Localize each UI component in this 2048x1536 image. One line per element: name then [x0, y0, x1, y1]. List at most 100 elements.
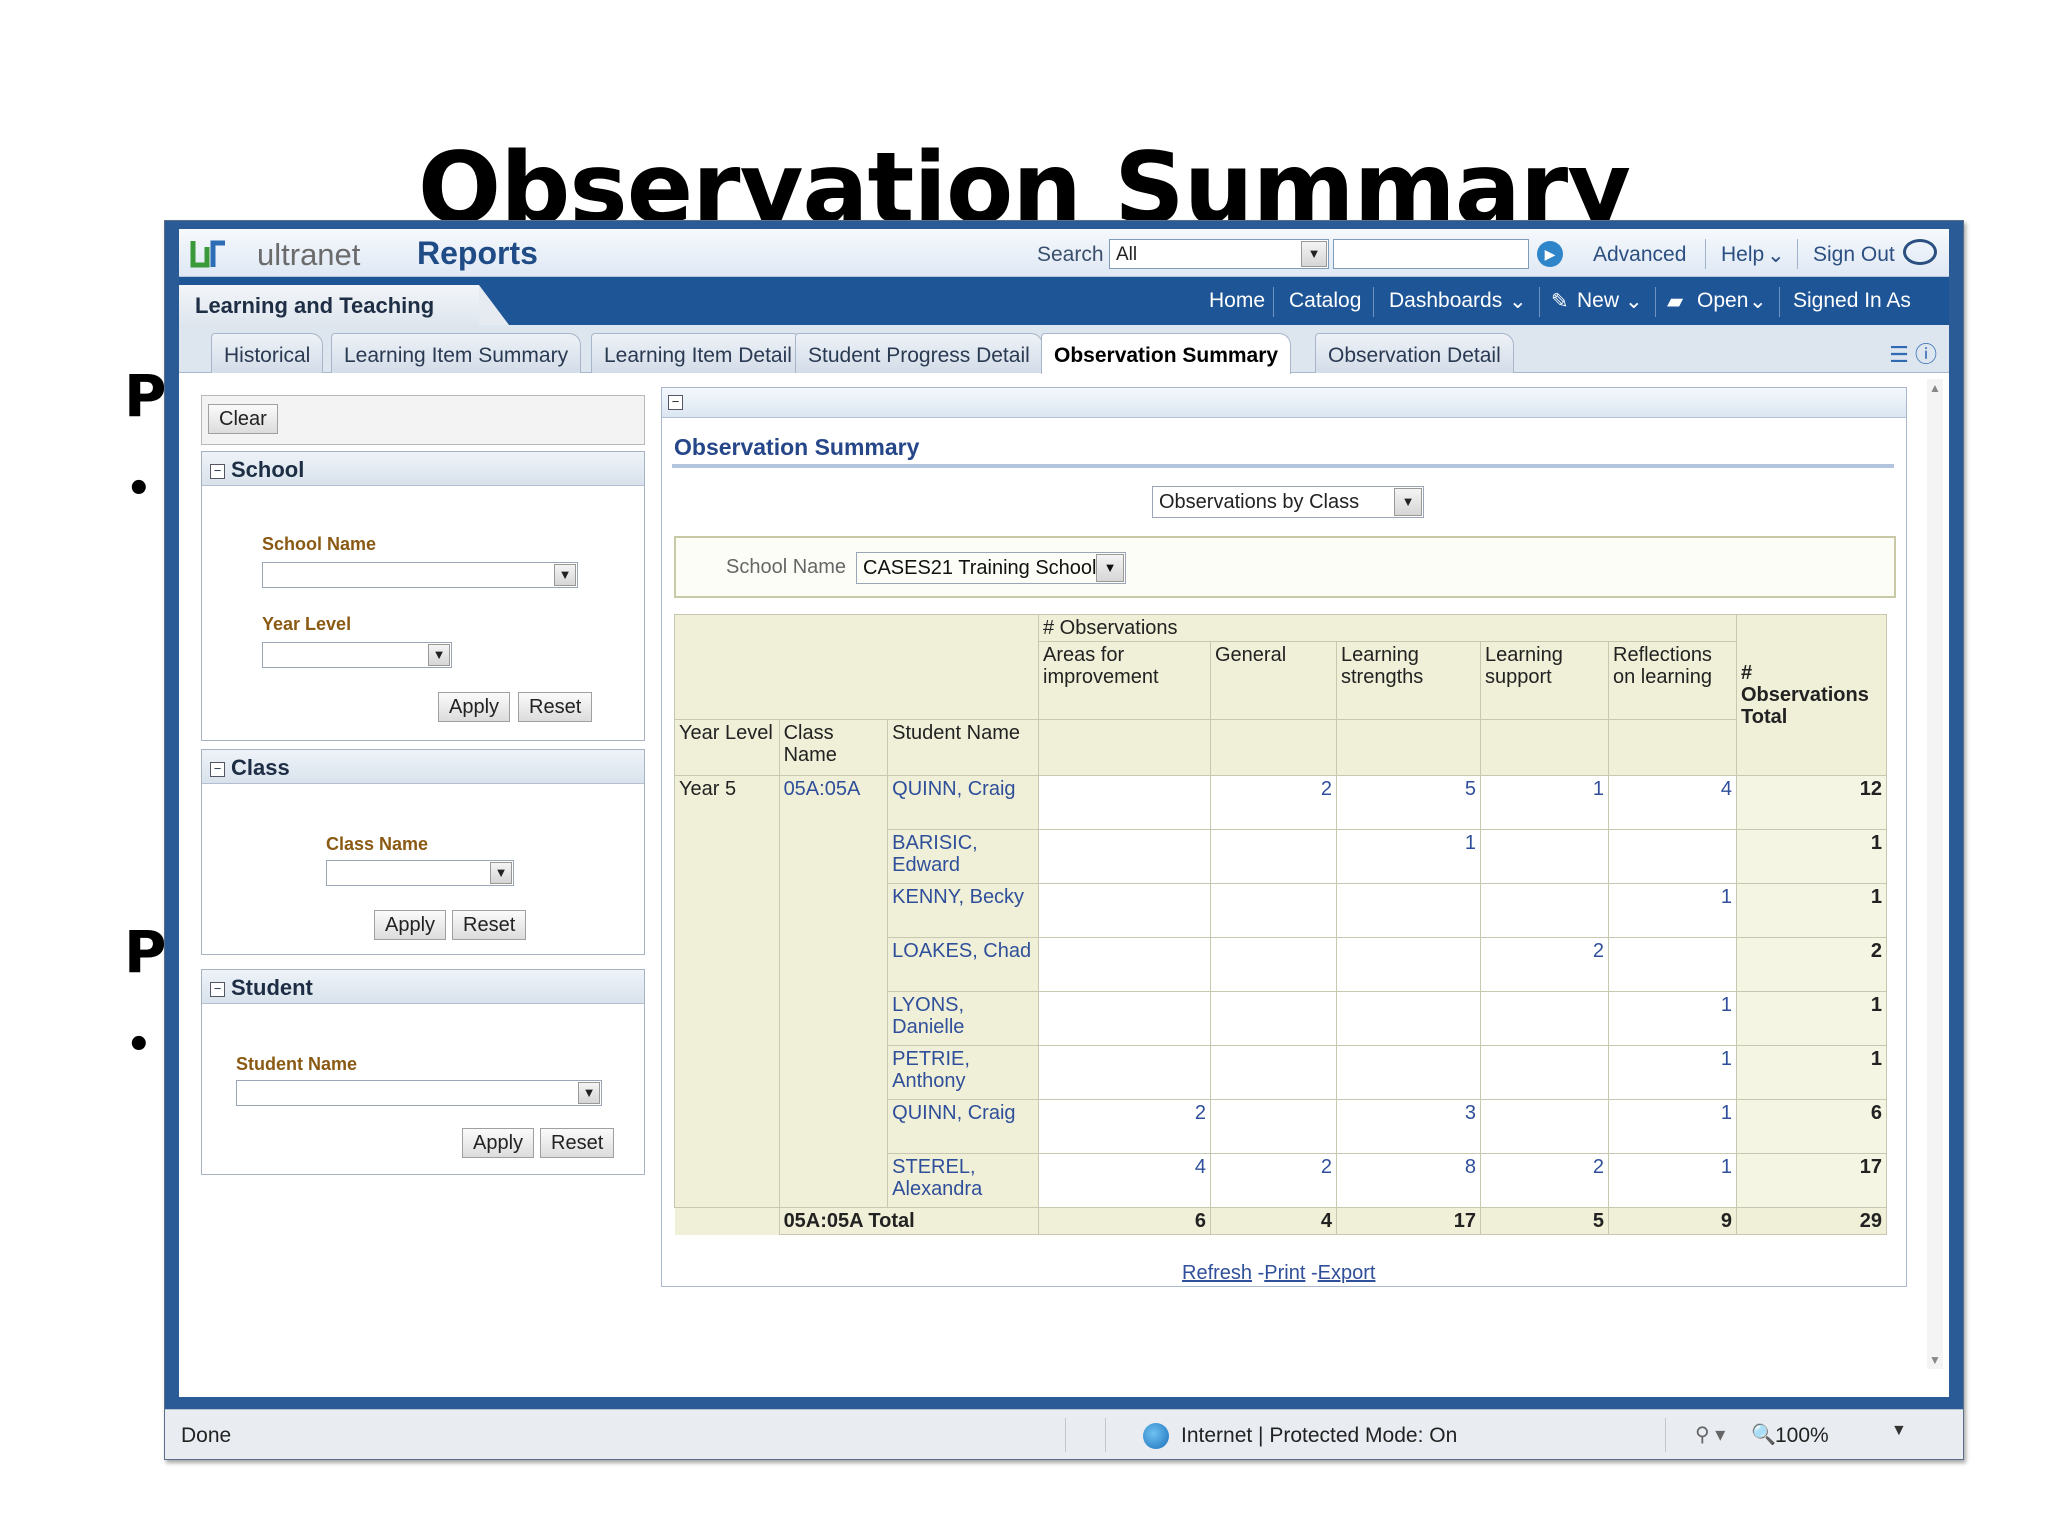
student-cell[interactable]: KENNY, Becky [887, 883, 1039, 938]
student-cell[interactable]: BARISIC, Edward [887, 829, 1039, 884]
tab-historical[interactable]: Historical [211, 333, 324, 373]
section-tab[interactable]: Learning and Teaching [179, 285, 509, 325]
class-apply-button[interactable]: Apply [374, 910, 447, 940]
scroll-up-icon[interactable]: ▲ [1929, 381, 1941, 395]
value-cell[interactable] [1336, 1045, 1481, 1100]
class-reset-button[interactable]: Reset [452, 910, 527, 940]
search-scope-select[interactable]: All ▼ [1109, 239, 1329, 269]
value-cell[interactable] [1210, 829, 1337, 884]
security-zone[interactable]: Internet | Protected Mode: On [1181, 1424, 1457, 1448]
value-cell[interactable]: 1 [1608, 1045, 1737, 1100]
value-cell[interactable]: 1 [1608, 883, 1737, 938]
value-cell[interactable] [1210, 991, 1337, 1046]
student-prompt-header[interactable]: − Student [202, 970, 644, 1004]
value-cell[interactable]: 4 [1608, 775, 1737, 830]
value-cell[interactable]: 3 [1336, 1099, 1481, 1154]
value-cell[interactable]: 2 [1038, 1099, 1211, 1154]
school-reset-button[interactable]: Reset [518, 692, 593, 722]
collapse-icon[interactable]: − [210, 464, 225, 479]
open-menu[interactable]: Open [1697, 289, 1748, 313]
value-cell[interactable]: 2 [1210, 1153, 1337, 1208]
school-apply-button[interactable]: Apply [438, 692, 511, 722]
chevron-down-icon[interactable]: ▼ [1891, 1422, 1907, 1440]
value-cell[interactable]: 2 [1480, 1153, 1609, 1208]
chevron-down-icon[interactable]: ▼ [490, 862, 512, 884]
page-options-icon[interactable]: ☰ ⓘ [1889, 337, 1937, 369]
value-cell[interactable] [1038, 829, 1211, 884]
catalog-link[interactable]: Catalog [1289, 289, 1361, 313]
student-cell[interactable]: STEREL, Alexandra [887, 1153, 1039, 1208]
value-cell[interactable]: 2 [1480, 937, 1609, 992]
year-level-select[interactable]: ▼ [262, 642, 452, 668]
value-cell[interactable] [1480, 829, 1609, 884]
student-cell[interactable]: PETRIE, Anthony [887, 1045, 1039, 1100]
value-cell[interactable] [1480, 1045, 1609, 1100]
student-apply-button[interactable]: Apply [462, 1128, 535, 1158]
sign-out-link[interactable]: Sign Out [1813, 243, 1895, 267]
tab-student-progress-detail[interactable]: Student Progress Detail [795, 333, 1043, 373]
tab-learning-item-summary[interactable]: Learning Item Summary [331, 333, 582, 373]
chevron-down-icon[interactable]: ▼ [428, 644, 450, 666]
value-cell[interactable]: 5 [1336, 775, 1481, 830]
new-menu[interactable]: New [1577, 289, 1619, 313]
chevron-down-icon[interactable]: ▼ [1096, 554, 1124, 582]
student-cell[interactable]: QUINN, Craig [887, 1099, 1039, 1154]
print-link[interactable]: Print [1264, 1262, 1305, 1284]
home-link[interactable]: Home [1209, 289, 1265, 313]
value-cell[interactable] [1336, 937, 1481, 992]
chevron-down-icon[interactable]: ▼ [1301, 241, 1327, 267]
tab-observation-detail[interactable]: Observation Detail [1315, 333, 1514, 373]
value-cell[interactable] [1038, 883, 1211, 938]
collapse-icon[interactable]: − [210, 982, 225, 997]
school-name-select[interactable]: CASES21 Training School ▼ [856, 552, 1126, 584]
class-name-select[interactable]: ▼ [326, 860, 514, 886]
student-cell[interactable]: LOAKES, Chad [887, 937, 1039, 992]
value-cell[interactable] [1210, 937, 1337, 992]
chevron-down-icon[interactable]: ▼ [578, 1082, 600, 1104]
value-cell[interactable] [1608, 937, 1737, 992]
class-prompt-header[interactable]: − Class [202, 750, 644, 784]
value-cell[interactable]: 1 [1608, 991, 1737, 1046]
value-cell[interactable]: 1 [1480, 775, 1609, 830]
export-link[interactable]: Export [1318, 1262, 1376, 1284]
value-cell[interactable] [1038, 937, 1211, 992]
scroll-down-icon[interactable]: ▼ [1929, 1353, 1941, 1367]
value-cell[interactable] [1336, 883, 1481, 938]
value-cell[interactable] [1210, 1099, 1337, 1154]
search-input[interactable] [1333, 239, 1529, 269]
value-cell[interactable] [1038, 775, 1211, 830]
tab-observation-summary[interactable]: Observation Summary [1041, 333, 1292, 374]
student-name-select[interactable]: ▼ [236, 1080, 602, 1106]
chat-icon[interactable] [1903, 239, 1937, 265]
school-name-select[interactable]: ▼ [262, 562, 578, 588]
class-name-cell[interactable]: 05A:05A [778, 775, 889, 1208]
search-go-icon[interactable]: ▶ [1537, 241, 1563, 267]
clear-button[interactable]: Clear [208, 404, 278, 434]
advanced-link[interactable]: Advanced [1593, 243, 1686, 267]
value-cell[interactable] [1480, 991, 1609, 1046]
student-cell[interactable]: LYONS, Danielle [887, 991, 1039, 1046]
student-cell[interactable]: QUINN, Craig [887, 775, 1039, 830]
collapse-icon[interactable]: − [210, 762, 225, 777]
value-cell[interactable] [1038, 991, 1211, 1046]
vertical-scrollbar[interactable]: ▲ ▼ [1927, 379, 1943, 1369]
chevron-down-icon[interactable]: ▼ [1394, 488, 1422, 516]
value-cell[interactable] [1210, 883, 1337, 938]
chevron-down-icon[interactable]: ▼ [554, 564, 576, 586]
dashboards-menu[interactable]: Dashboards [1389, 289, 1502, 313]
zoom-level[interactable]: 100% [1775, 1424, 1829, 1448]
value-cell[interactable] [1480, 1099, 1609, 1154]
value-cell[interactable]: 8 [1336, 1153, 1481, 1208]
help-menu[interactable]: Help [1721, 243, 1764, 267]
value-cell[interactable]: 1 [1608, 1099, 1737, 1154]
value-cell[interactable] [1336, 991, 1481, 1046]
protected-mode-icon[interactable]: ⚲ ▾ [1695, 1422, 1725, 1447]
value-cell[interactable] [1480, 883, 1609, 938]
value-cell[interactable] [1210, 1045, 1337, 1100]
tab-learning-item-detail[interactable]: Learning Item Detail [591, 333, 805, 373]
value-cell[interactable]: 1 [1608, 1153, 1737, 1208]
value-cell[interactable]: 4 [1038, 1153, 1211, 1208]
school-prompt-header[interactable]: − School [202, 452, 644, 486]
collapse-icon[interactable]: − [668, 395, 683, 410]
student-reset-button[interactable]: Reset [540, 1128, 615, 1158]
